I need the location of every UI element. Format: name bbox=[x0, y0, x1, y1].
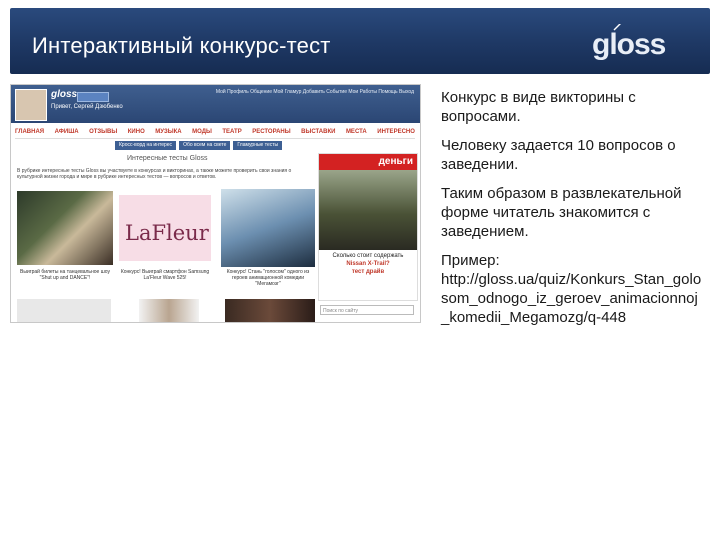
lafleur-text: LaFleur bbox=[125, 221, 209, 245]
site-nav-item: КИНО bbox=[127, 129, 145, 135]
thumbnail-1 bbox=[17, 299, 111, 322]
ad-question: Сколько стоит содержать bbox=[332, 253, 404, 259]
site-nav-item: АФИША bbox=[54, 129, 79, 135]
site-nav-item: МОДЫ bbox=[192, 129, 212, 135]
slide-title: Интерактивный конкурс-тест bbox=[32, 33, 331, 58]
site-subnav-chip: Гламурные тесты bbox=[233, 141, 283, 150]
caption-dance: Выиграй билеты на танцевальное шоу "Shut… bbox=[20, 269, 110, 281]
site-logo: gloss bbox=[51, 89, 78, 100]
example-block: Пример: http://gloss.ua/quiz/Konkurs_Sta… bbox=[441, 251, 706, 327]
user-greeting: Привет, Сергей Дзюбенко bbox=[51, 104, 123, 110]
site-nav-item: ИНТЕРЕСНО bbox=[377, 129, 415, 135]
ad-heading: деньги bbox=[319, 154, 417, 170]
site-subnav-chip: Обо всем на свете bbox=[179, 141, 231, 150]
gloss-logo-mark: gloss bbox=[592, 20, 667, 61]
site-nav-item: ОТЗЫВЫ bbox=[89, 129, 118, 135]
gloss-logo: gloss bbox=[592, 20, 672, 69]
example-url: http://gloss.ua/quiz/Konkurs_Stan_goloso… bbox=[441, 271, 702, 326]
example-label: Пример: bbox=[441, 252, 500, 269]
section-heading: Интересные тесты Gloss bbox=[127, 155, 208, 162]
site-top-menu: Мой Профиль Общение Мой Гламур Добавить … bbox=[215, 89, 414, 95]
ad-model: Nissan X-Trail? bbox=[346, 261, 390, 267]
thumbnail-3 bbox=[225, 299, 315, 322]
caption-megamind: Конкурс! Стань "голосом" одного из герое… bbox=[226, 269, 310, 287]
site-nav-item: МЕСТА bbox=[345, 129, 367, 135]
gloss-logo-text: gloss bbox=[592, 28, 666, 61]
avatar bbox=[15, 89, 47, 121]
ad-car-photo bbox=[319, 170, 417, 250]
paragraph-entertainment: Таким образом в развлекательной форме чи… bbox=[441, 185, 682, 240]
paragraph-questions: Человеку задается 10 вопросов о заведени… bbox=[441, 137, 676, 173]
title-banner: Интерактивный конкурс-тест gloss bbox=[10, 8, 710, 74]
paragraph-contest: Конкурс в виде викторины с вопросами. bbox=[441, 89, 636, 125]
site-nav-item: РЕСТОРАНЫ bbox=[252, 129, 291, 135]
site-nav-item: ГЛАВНАЯ bbox=[15, 129, 45, 135]
site-search-input: Поиск по сайту bbox=[320, 305, 414, 315]
site-nav-item: МУЗЫКА bbox=[155, 129, 182, 135]
section-description: В рубрике интересные тесты Gloss вы учас… bbox=[17, 168, 292, 180]
caption-samsung: Конкурс! Выиграй смартфон Samsung La'Fle… bbox=[120, 269, 210, 281]
site-subnav: Кросс-ворд на интерес Обо всем на свете Гл… bbox=[115, 141, 283, 150]
dance-show-photo bbox=[17, 191, 113, 265]
nissan-ad: деньги Сколько стоит содержать Nissan X-… bbox=[318, 153, 418, 301]
site-nav-item: ТЕАТР bbox=[222, 129, 242, 135]
ad-action: тест драйв bbox=[351, 269, 385, 275]
site-top-bar: gloss Привет, Сергей Дзюбенко Мой Профил… bbox=[11, 85, 420, 123]
ad-text: Сколько стоит содержать Nissan X-Trail? … bbox=[321, 252, 415, 276]
website-screenshot: gloss Привет, Сергей Дзюбенко Мой Профил… bbox=[10, 84, 421, 323]
slide-text: Конкурс в виде викторины с вопросами. Че… bbox=[441, 88, 706, 337]
site-search-button bbox=[77, 92, 109, 102]
thumbnail-2 bbox=[139, 299, 199, 322]
site-subnav-chip: Кросс-ворд на интерес bbox=[115, 141, 177, 150]
site-nav-item: ВЫСТАВКИ bbox=[301, 129, 336, 135]
megamind-image bbox=[221, 189, 315, 267]
site-nav: ГЛАВНАЯ АФИША ОТЗЫВЫ КИНО МУЗЫКА МОДЫ ТЕАТР РЕС… bbox=[15, 129, 415, 139]
